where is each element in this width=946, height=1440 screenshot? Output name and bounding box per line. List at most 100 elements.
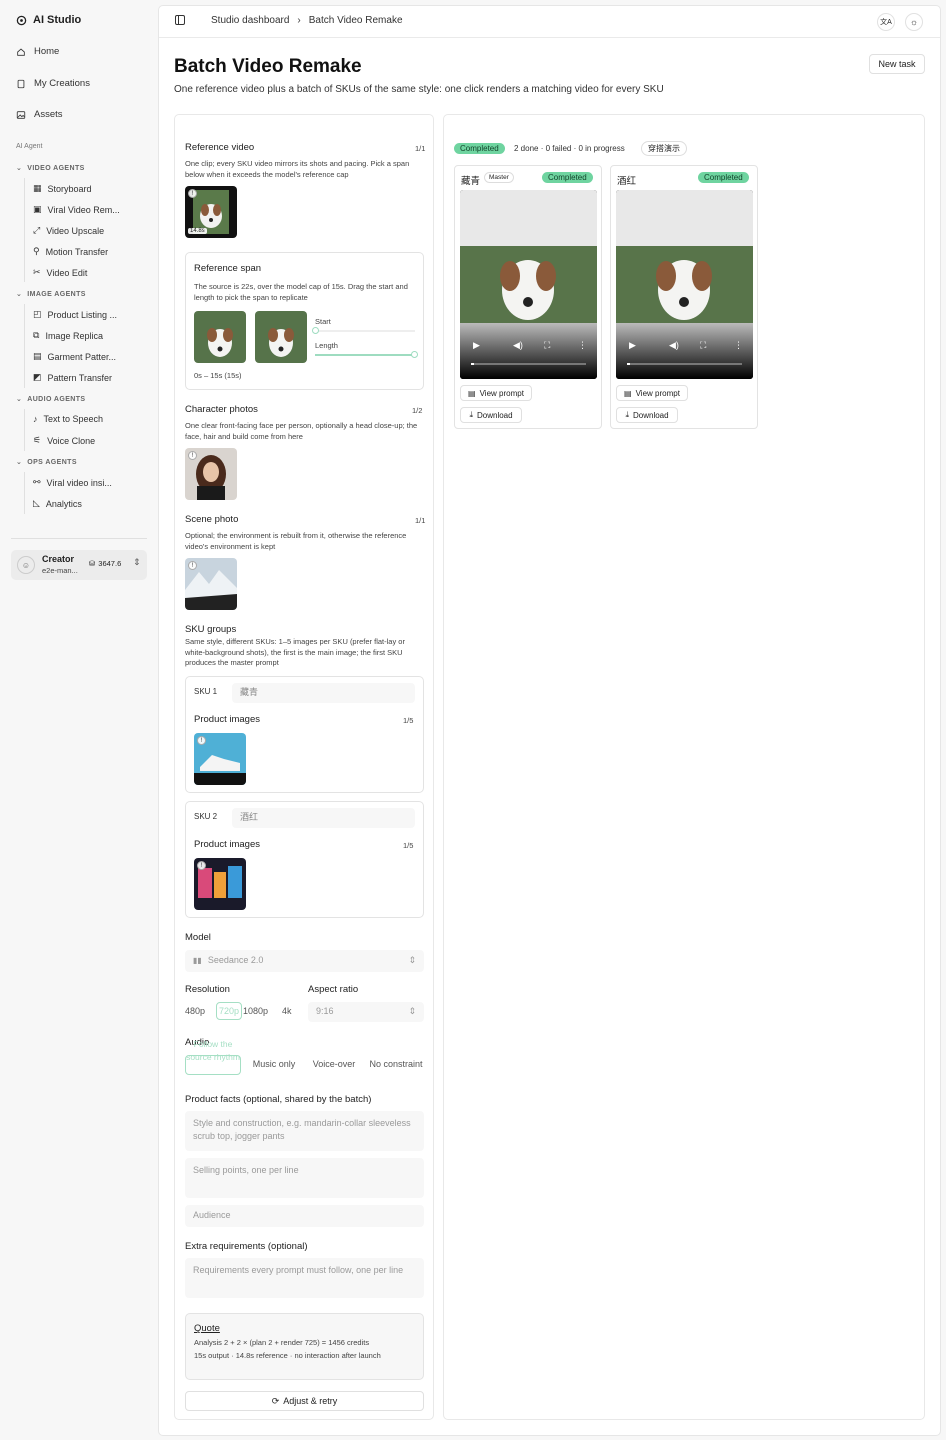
volume-icon[interactable]: ◀) xyxy=(669,340,679,351)
card-title: 酒红 xyxy=(617,176,637,187)
duration-badge: 14.8s xyxy=(188,228,207,234)
view-prompt-button[interactable]: ▤ View prompt xyxy=(616,385,688,401)
sidebar-item-label: Viral video insi... xyxy=(46,477,112,488)
resolution-480p[interactable]: 480p xyxy=(185,1006,205,1016)
play-icon[interactable]: ▶ xyxy=(629,340,636,351)
audio-option-music[interactable]: Music only xyxy=(249,1058,299,1071)
ref-video-label: Reference video xyxy=(185,142,255,153)
breadcrumb-root[interactable]: Studio dashboard xyxy=(211,15,289,26)
start-thumb[interactable] xyxy=(312,327,319,334)
audio-option-voiceover[interactable]: Voice-over xyxy=(309,1058,359,1071)
facts-label: Product facts (optional, shared by the b… xyxy=(185,1094,372,1105)
model-label: Model xyxy=(185,932,211,943)
aspect-select[interactable]: 9:16 ⇕ xyxy=(308,1002,424,1022)
ref-video-thumbnail[interactable]: ! 14.8s xyxy=(185,186,237,238)
breadcrumb-current: Batch Video Remake xyxy=(308,15,403,26)
span-range: 0s – 15s (15s) xyxy=(194,371,242,380)
sku-name-input[interactable]: 酒红 xyxy=(232,808,415,828)
sidebar-item-voice-clone[interactable]: ⚟ Voice Clone xyxy=(33,435,95,446)
model-select[interactable]: ▮▮ Seedance 2.0 ⇕ xyxy=(185,950,424,972)
remove-icon[interactable]: ! xyxy=(197,736,206,745)
facts-style-input[interactable]: Style and construction, e.g. mandarin-co… xyxy=(185,1111,424,1151)
sidebar-toggle-icon[interactable] xyxy=(175,15,185,25)
remove-icon[interactable]: ! xyxy=(188,561,197,570)
model-value: Seedance 2.0 xyxy=(207,955,264,965)
download-button[interactable]: ⤓ Download xyxy=(460,407,522,423)
sidebar-item-video-upscale[interactable]: ⤢ Video Upscale xyxy=(33,225,104,236)
resolution-720p[interactable]: 720p xyxy=(216,1002,243,1020)
download-button[interactable]: ⤓ Download xyxy=(616,407,678,423)
group-audio-agents[interactable]: ⌄ AUDIO AGENTS xyxy=(16,395,85,404)
more-icon[interactable]: ⋮ xyxy=(734,340,743,351)
group-ops-agents[interactable]: ⌄ OPS AGENTS xyxy=(16,458,77,467)
audio-option-follow-label: Follow the source rhythm xyxy=(186,1039,240,1062)
retry-button[interactable]: ⟳ Adjust & retry xyxy=(185,1391,424,1411)
facts-selling-points-input[interactable]: Selling points, one per line xyxy=(185,1158,424,1198)
sidebar-item-pattern-transfer[interactable]: ◩ Pattern Transfer xyxy=(33,372,112,383)
product-image[interactable]: ! xyxy=(194,858,246,910)
dog-frame-image xyxy=(255,311,307,363)
span-start-frame xyxy=(194,311,246,363)
remove-icon[interactable]: ! xyxy=(188,189,197,198)
fullscreen-icon[interactable]: ⛶ xyxy=(700,340,706,351)
facts-audience-input[interactable]: Audience xyxy=(185,1205,424,1227)
language-icon[interactable]: 文A xyxy=(877,13,895,31)
sidebar-item-garment-pattern[interactable]: ▤ Garment Patter... xyxy=(33,351,116,362)
new-task-button[interactable]: New task xyxy=(869,54,925,74)
quote-card: Quote Analysis 2 + 2 × (plan 2 + render … xyxy=(185,1313,424,1380)
video-player[interactable]: ▶ ◀) ⛶ ⋮ xyxy=(616,190,753,379)
progress-bar[interactable] xyxy=(627,363,742,365)
ref-span-card: Reference span The source is 22s, over t… xyxy=(185,252,424,390)
progress-bar[interactable] xyxy=(471,363,586,365)
group-label: VIDEO AGENTS xyxy=(27,164,85,172)
sidebar-item-product-listing[interactable]: ◰ Product Listing ... xyxy=(33,309,117,320)
nav-my-creations[interactable]: My Creations xyxy=(16,78,90,89)
scene-photo[interactable]: ! xyxy=(185,558,237,610)
start-slider[interactable] xyxy=(312,327,415,334)
nav-assets[interactable]: Assets xyxy=(16,109,63,120)
play-icon[interactable]: ▶ xyxy=(473,340,480,351)
resolution-1080p[interactable]: 1080p xyxy=(243,1006,268,1016)
theme-toggle-icon[interactable]: ☼ xyxy=(905,13,923,31)
aspect-label: Aspect ratio xyxy=(308,984,359,995)
sidebar-item-storyboard[interactable]: ▦ Storyboard xyxy=(33,183,92,194)
home-icon xyxy=(17,48,25,56)
avatar: ☺ xyxy=(17,556,35,574)
sidebar-item-analytics[interactable]: ◺ Analytics xyxy=(33,498,82,509)
sidebar-item-text-to-speech[interactable]: ♪ Text to Speech xyxy=(33,414,103,424)
fullscreen-icon[interactable]: ⛶ xyxy=(544,340,550,351)
user-menu[interactable]: ☺ Creator e2e-man... ⛁ 3647.6 ⇕ xyxy=(11,550,147,580)
more-icon[interactable]: ⋮ xyxy=(578,340,587,351)
voice-icon: ⚟ xyxy=(33,435,42,445)
length-thumb[interactable] xyxy=(411,351,418,358)
product-image[interactable]: ! xyxy=(194,733,246,785)
card-status-badge: Completed xyxy=(698,172,749,183)
character-photo[interactable]: ! xyxy=(185,448,237,500)
audio-option-none[interactable]: No constraint xyxy=(368,1058,424,1071)
bar-chart-icon: ▮▮ xyxy=(193,956,202,965)
nav-my-creations-label: My Creations xyxy=(34,78,90,89)
group-label: OPS AGENTS xyxy=(27,458,77,466)
sidebar-item-video-edit[interactable]: ✂ Video Edit xyxy=(33,267,87,278)
credits: ⛁ 3647.6 xyxy=(89,559,121,568)
volume-icon[interactable]: ◀) xyxy=(513,340,523,351)
remove-icon[interactable]: ! xyxy=(197,861,206,870)
view-prompt-button[interactable]: ▤ View prompt xyxy=(460,385,532,401)
microphone-icon: ♪ xyxy=(33,414,38,424)
remove-icon[interactable]: ! xyxy=(188,451,197,460)
sidebar-item-viral-video-insights[interactable]: ⚯ Viral video insi... xyxy=(33,477,112,488)
sku-name-input[interactable]: 藏青 xyxy=(232,683,415,703)
sidebar-item-motion-transfer[interactable]: ⚲ Motion Transfer xyxy=(33,246,108,257)
sidebar-item-image-replica[interactable]: ⧉ Image Replica xyxy=(33,330,103,341)
group-video-agents[interactable]: ⌄ VIDEO AGENTS xyxy=(16,164,85,173)
resolution-4k[interactable]: 4k xyxy=(282,1006,292,1016)
video-player[interactable]: ▶ ◀) ⛶ ⋮ xyxy=(460,190,597,379)
sidebar-item-viral-video-remake[interactable]: ▣ Viral Video Rem... xyxy=(33,204,120,215)
extra-input[interactable]: Requirements every prompt must follow, o… xyxy=(185,1258,424,1298)
length-slider[interactable] xyxy=(315,351,418,358)
nav-home[interactable]: Home xyxy=(16,46,59,57)
brand[interactable]: AI Studio xyxy=(16,14,81,26)
image-icon xyxy=(16,110,26,119)
sku-tag: SKU 1 xyxy=(194,687,218,696)
group-image-agents[interactable]: ⌄ IMAGE AGENTS xyxy=(16,290,86,299)
